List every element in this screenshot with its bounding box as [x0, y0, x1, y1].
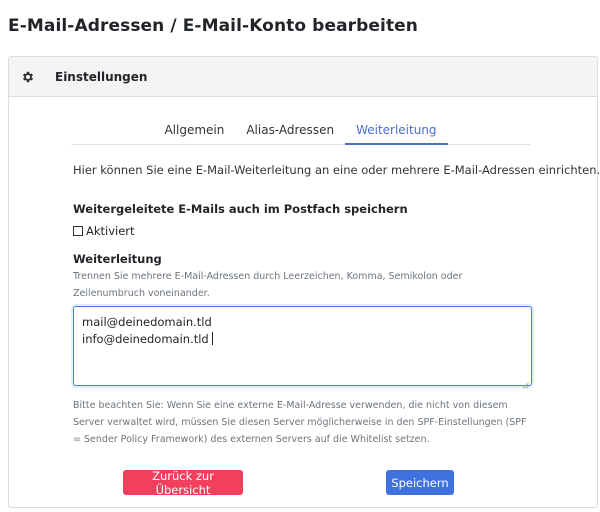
store-copy-checkbox-row[interactable]: Aktiviert: [73, 224, 135, 238]
back-to-overview-button[interactable]: Zurück zur Übersicht: [123, 469, 243, 497]
forwarding-address-line: mail@deinedomain.tld: [82, 315, 212, 329]
tab-allgemein[interactable]: Allgemein: [153, 119, 235, 145]
save-button[interactable]: Speichern: [386, 470, 454, 495]
resize-handle-icon[interactable]: [522, 376, 529, 389]
card-header: Einstellungen: [9, 57, 597, 97]
forwarding-textarea[interactable]: mail@deinedomain.tld info@deinedomain.tl…: [73, 306, 532, 389]
gear-icon: [21, 70, 35, 84]
settings-card: Einstellungen Allgemein Alias-Adressen W…: [8, 56, 600, 508]
tab-weiterleitung[interactable]: Weiterleitung: [345, 119, 448, 145]
store-copy-checkbox[interactable]: [73, 226, 83, 236]
forwarding-title: Weiterleitung: [73, 252, 162, 266]
intro-text: Hier können Sie eine E-Mail-Weiterleitun…: [73, 163, 600, 177]
store-copy-title: Weitergeleitete E-Mails auch im Postfach…: [73, 202, 408, 216]
forwarding-help-text: Trennen Sie mehrere E-Mail-Adressen durc…: [73, 271, 463, 299]
tab-bar: Allgemein Alias-Adressen Weiterleitung: [71, 119, 530, 145]
store-copy-checkbox-label: Aktiviert: [86, 224, 135, 238]
forwarding-address-line: info@deinedomain.tld: [82, 331, 523, 348]
text-caret: [211, 332, 213, 345]
card-header-title: Einstellungen: [55, 69, 148, 84]
spf-notice-text: Bitte beachten Sie: Wenn Sie eine extern…: [73, 400, 527, 445]
tab-alias-adressen[interactable]: Alias-Adressen: [235, 119, 345, 145]
page-title: E-Mail-Adressen / E-Mail-Konto bearbeite…: [8, 16, 419, 36]
